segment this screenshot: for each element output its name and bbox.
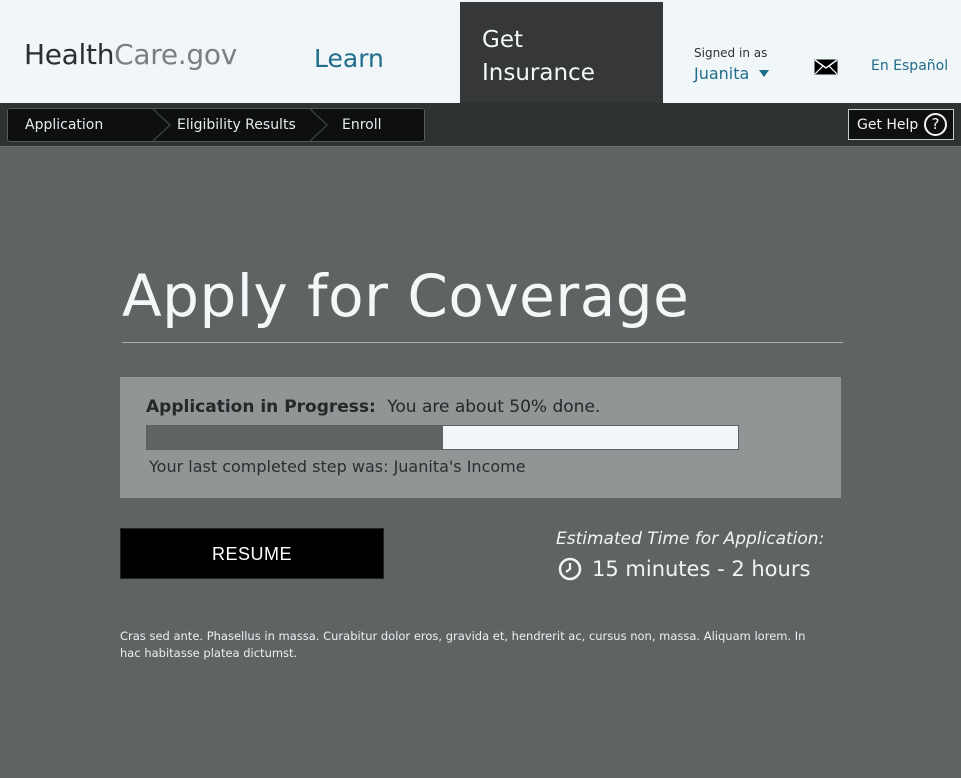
progress-label: Application in Progress: — [146, 397, 376, 417]
breadcrumb-step-eligibility-results[interactable]: Eligibility Results — [177, 109, 296, 141]
progress-status: You are about 50% done. — [387, 397, 601, 417]
signed-in-label: Signed in as — [694, 46, 768, 60]
logo-part-2: Care.gov — [114, 38, 237, 71]
progress-breadcrumb-bar: Application Eligibility Results Enroll G… — [0, 103, 961, 147]
healthcare-gov-logo[interactable]: HealthCare.gov — [24, 38, 237, 71]
get-help-button[interactable]: Get Help ? — [848, 109, 954, 140]
estimated-time-label: Estimated Time for Application: — [556, 529, 825, 549]
get-help-label: Get Help — [857, 117, 919, 133]
breadcrumb-step-application[interactable]: Application — [25, 109, 103, 141]
site-header: HealthCare.gov Learn Get Insurance Signe… — [0, 0, 961, 103]
caret-down-icon — [759, 70, 770, 77]
user-name: Juanita — [694, 64, 750, 83]
question-icon: ? — [924, 113, 947, 136]
logo-part-1: Health — [24, 38, 115, 71]
resume-button[interactable]: RESUME — [120, 528, 384, 579]
progress-bar — [146, 425, 739, 450]
progress-heading: Application in Progress: You are about 5… — [146, 397, 600, 417]
nav-get-insurance[interactable]: Get Insurance — [460, 2, 663, 103]
clock-icon — [558, 557, 582, 581]
last-completed-step: Your last completed step was: Juanita's … — [149, 457, 526, 476]
nav-get-insurance-line-1: Get — [482, 27, 523, 53]
envelope-icon[interactable] — [814, 59, 838, 75]
user-menu[interactable]: Juanita — [694, 64, 770, 83]
nav-learn[interactable]: Learn — [314, 44, 384, 73]
page-title: Apply for Coverage — [122, 262, 690, 330]
breadcrumb-step-enroll[interactable]: Enroll — [342, 109, 382, 141]
title-divider — [122, 342, 843, 343]
application-progress-panel: Application in Progress: You are about 5… — [120, 377, 841, 498]
breadcrumb: Application Eligibility Results Enroll — [7, 108, 425, 142]
language-link-espanol[interactable]: En Español — [871, 58, 948, 74]
nav-get-insurance-line-2: Insurance — [482, 60, 595, 86]
progress-bar-fill — [147, 426, 443, 449]
estimated-time: 15 minutes - 2 hours — [558, 557, 810, 581]
estimated-time-value: 15 minutes - 2 hours — [592, 557, 811, 581]
footer-text: Cras sed ante. Phasellus in massa. Curab… — [120, 629, 806, 660]
